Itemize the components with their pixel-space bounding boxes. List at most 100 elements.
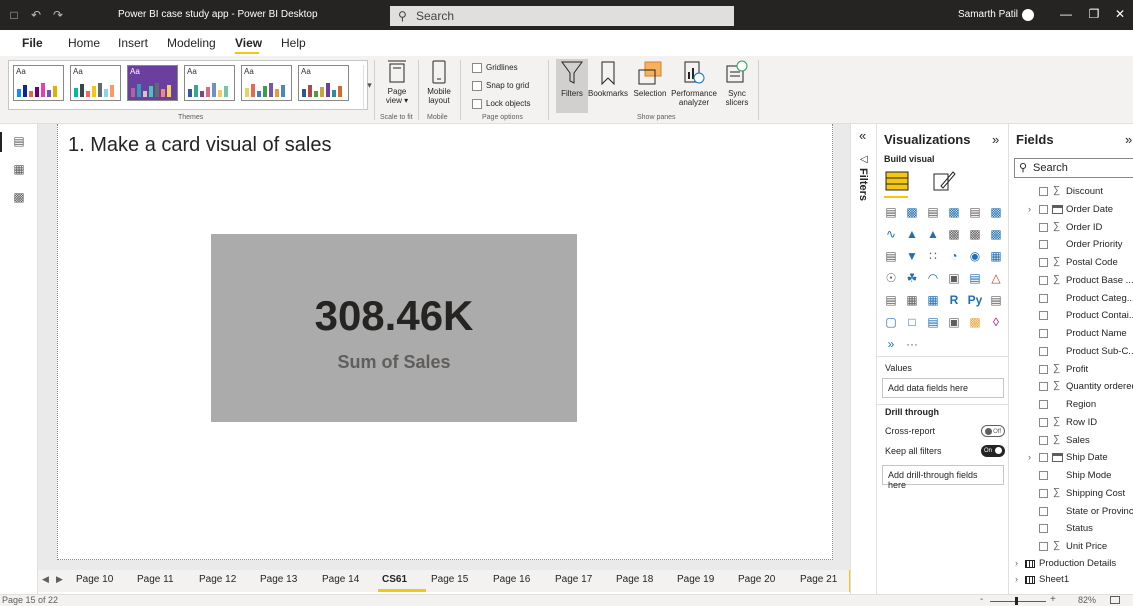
filters-pane-collapsed[interactable]: « ◁ Filters bbox=[850, 124, 876, 594]
smart-narrative-icon[interactable]: ▤ bbox=[925, 314, 941, 330]
zoom-in-button[interactable]: + bbox=[1050, 594, 1056, 605]
theme-5[interactable]: Aa bbox=[241, 65, 292, 101]
build-visual-icon[interactable] bbox=[884, 168, 910, 194]
field-checkbox[interactable] bbox=[1039, 417, 1048, 427]
sync-slicers-button[interactable]: Sync slicers bbox=[722, 60, 752, 107]
drill-through-drop-zone[interactable]: Add drill-through fields here bbox=[882, 465, 1004, 490]
lock-objects-checkbox[interactable]: Lock objects bbox=[472, 99, 530, 109]
card-visual[interactable]: 308.46K Sum of Sales bbox=[211, 234, 577, 422]
qa-icon[interactable]: □ bbox=[904, 314, 920, 330]
field-item[interactable]: ∑ Unit Price bbox=[1009, 539, 1133, 556]
waterfall-icon[interactable]: ▤ bbox=[883, 248, 899, 264]
stacked-column-icon[interactable]: ▩ bbox=[904, 204, 920, 220]
menu-home[interactable]: Home bbox=[68, 36, 100, 50]
tab-page-13[interactable]: Page 13 bbox=[260, 574, 297, 585]
field-checkbox[interactable] bbox=[1039, 524, 1048, 534]
matrix-icon[interactable]: ▦ bbox=[925, 292, 941, 308]
field-item[interactable]: Region bbox=[1009, 397, 1133, 414]
theme-4[interactable]: Aa bbox=[184, 65, 235, 101]
tabs-next-arrow[interactable]: ▶ bbox=[56, 574, 63, 585]
search-box[interactable]: ⚲ Search bbox=[390, 6, 734, 26]
field-checkbox[interactable] bbox=[1039, 471, 1048, 480]
page-heading-textbox[interactable]: 1. Make a card visual of sales bbox=[68, 134, 331, 157]
field-item[interactable]: ∑ Row ID bbox=[1009, 415, 1133, 432]
field-checkbox[interactable] bbox=[1039, 400, 1048, 409]
field-item[interactable]: ∑ Postal Code bbox=[1009, 255, 1133, 272]
gauge-icon[interactable]: ◠ bbox=[925, 270, 941, 286]
field-checkbox[interactable] bbox=[1039, 240, 1048, 250]
more-visuals-icon[interactable]: » bbox=[883, 336, 899, 352]
expand-right-icon[interactable]: » bbox=[992, 132, 999, 147]
tab-page-16[interactable]: Page 16 bbox=[493, 574, 530, 585]
field-checkbox[interactable] bbox=[1039, 204, 1048, 214]
page-view-button[interactable]: Page view ▾ bbox=[380, 60, 414, 105]
field-item[interactable]: Status bbox=[1009, 521, 1133, 538]
line-stacked-column-icon[interactable]: ▩ bbox=[967, 226, 983, 242]
line-chart-icon[interactable]: ∿ bbox=[883, 226, 899, 242]
snap-to-grid-checkbox[interactable]: Snap to grid bbox=[472, 81, 529, 91]
selection-button[interactable]: Selection bbox=[632, 60, 668, 98]
field-item[interactable]: Product Contai... bbox=[1009, 308, 1133, 325]
field-checkbox[interactable] bbox=[1039, 506, 1048, 516]
bookmarks-button[interactable]: Bookmarks bbox=[588, 60, 628, 98]
gridlines-checkbox[interactable]: Gridlines bbox=[472, 63, 518, 73]
power-automate-icon[interactable]: ◊ bbox=[988, 314, 1004, 330]
undo-icon[interactable]: ↶ bbox=[28, 7, 44, 23]
area-chart-icon[interactable]: ▲ bbox=[904, 226, 920, 242]
field-item[interactable]: Order Priority bbox=[1009, 237, 1133, 254]
treemap-icon[interactable]: ▦ bbox=[988, 248, 1004, 264]
tab-page-12[interactable]: Page 12 bbox=[199, 574, 236, 585]
table-view-icon[interactable]: ▦ bbox=[11, 162, 27, 176]
tab-page-10[interactable]: Page 10 bbox=[76, 574, 113, 585]
theme-6[interactable]: Aa bbox=[298, 65, 349, 101]
slicer-icon[interactable]: ▤ bbox=[883, 292, 899, 308]
field-item[interactable]: Product Name bbox=[1009, 326, 1133, 343]
field-checkbox[interactable] bbox=[1039, 435, 1048, 445]
performance-analyzer-button[interactable]: Performance analyzer bbox=[670, 60, 718, 107]
tab-cs61[interactable]: CS61 bbox=[382, 574, 407, 585]
get-more-visuals-icon[interactable]: ··· bbox=[904, 336, 920, 352]
filters-button[interactable]: Filters bbox=[556, 60, 588, 98]
menu-help[interactable]: Help bbox=[281, 36, 306, 50]
100-column-icon[interactable]: ▩ bbox=[988, 204, 1004, 220]
field-checkbox[interactable] bbox=[1039, 293, 1048, 303]
chevron-right-icon[interactable]: › bbox=[1028, 204, 1031, 214]
menu-insert[interactable]: Insert bbox=[118, 36, 148, 50]
field-item[interactable]: ∑ Discount bbox=[1009, 184, 1133, 201]
field-checkbox[interactable] bbox=[1039, 382, 1048, 392]
cross-report-toggle[interactable]: Off bbox=[981, 425, 1005, 437]
card-icon[interactable]: ▣ bbox=[946, 270, 962, 286]
field-item[interactable]: ∑ Shipping Cost bbox=[1009, 486, 1133, 503]
zoom-slider-thumb[interactable] bbox=[1015, 597, 1018, 605]
field-checkbox[interactable] bbox=[1039, 346, 1048, 356]
donut-chart-icon[interactable]: ◉ bbox=[967, 248, 983, 264]
field-item[interactable]: Product Categ... bbox=[1009, 291, 1133, 308]
decomposition-tree-icon[interactable]: ▢ bbox=[883, 314, 899, 330]
key-influencers-icon[interactable]: ▤ bbox=[988, 292, 1004, 308]
table-item[interactable]: › Production Details bbox=[1009, 557, 1133, 572]
keep-all-filters-toggle[interactable]: On bbox=[981, 445, 1005, 457]
field-checkbox[interactable] bbox=[1039, 329, 1048, 338]
model-view-icon[interactable]: ▩ bbox=[11, 190, 27, 204]
clustered-bar-icon[interactable]: ▤ bbox=[925, 204, 941, 220]
clustered-column-icon[interactable]: ▩ bbox=[946, 204, 962, 220]
field-checkbox[interactable] bbox=[1039, 488, 1048, 498]
field-checkbox[interactable] bbox=[1039, 364, 1048, 374]
power-apps-icon[interactable]: ▩ bbox=[967, 314, 983, 330]
close-button[interactable]: ✕ bbox=[1112, 7, 1128, 21]
fit-to-page-icon[interactable] bbox=[1110, 596, 1120, 604]
tab-page-17[interactable]: Page 17 bbox=[555, 574, 592, 585]
field-checkbox[interactable] bbox=[1039, 453, 1048, 463]
chevron-right-icon[interactable]: › bbox=[1028, 452, 1031, 462]
zoom-slider[interactable] bbox=[990, 601, 1046, 602]
field-item[interactable]: › Order Date bbox=[1009, 202, 1133, 219]
field-item[interactable]: ∑ Sales bbox=[1009, 433, 1133, 450]
field-item[interactable]: ∑ Product Base ... bbox=[1009, 273, 1133, 290]
field-item[interactable]: ∑ Quantity ordered bbox=[1009, 379, 1133, 396]
tabs-prev-arrow[interactable]: ◀ bbox=[42, 574, 49, 585]
field-item[interactable]: State or Province bbox=[1009, 504, 1133, 521]
values-drop-zone[interactable]: Add data fields here bbox=[882, 378, 1004, 398]
menu-modeling[interactable]: Modeling bbox=[167, 36, 216, 50]
redo-icon[interactable]: ↷ bbox=[50, 7, 66, 23]
field-checkbox[interactable] bbox=[1039, 187, 1048, 196]
